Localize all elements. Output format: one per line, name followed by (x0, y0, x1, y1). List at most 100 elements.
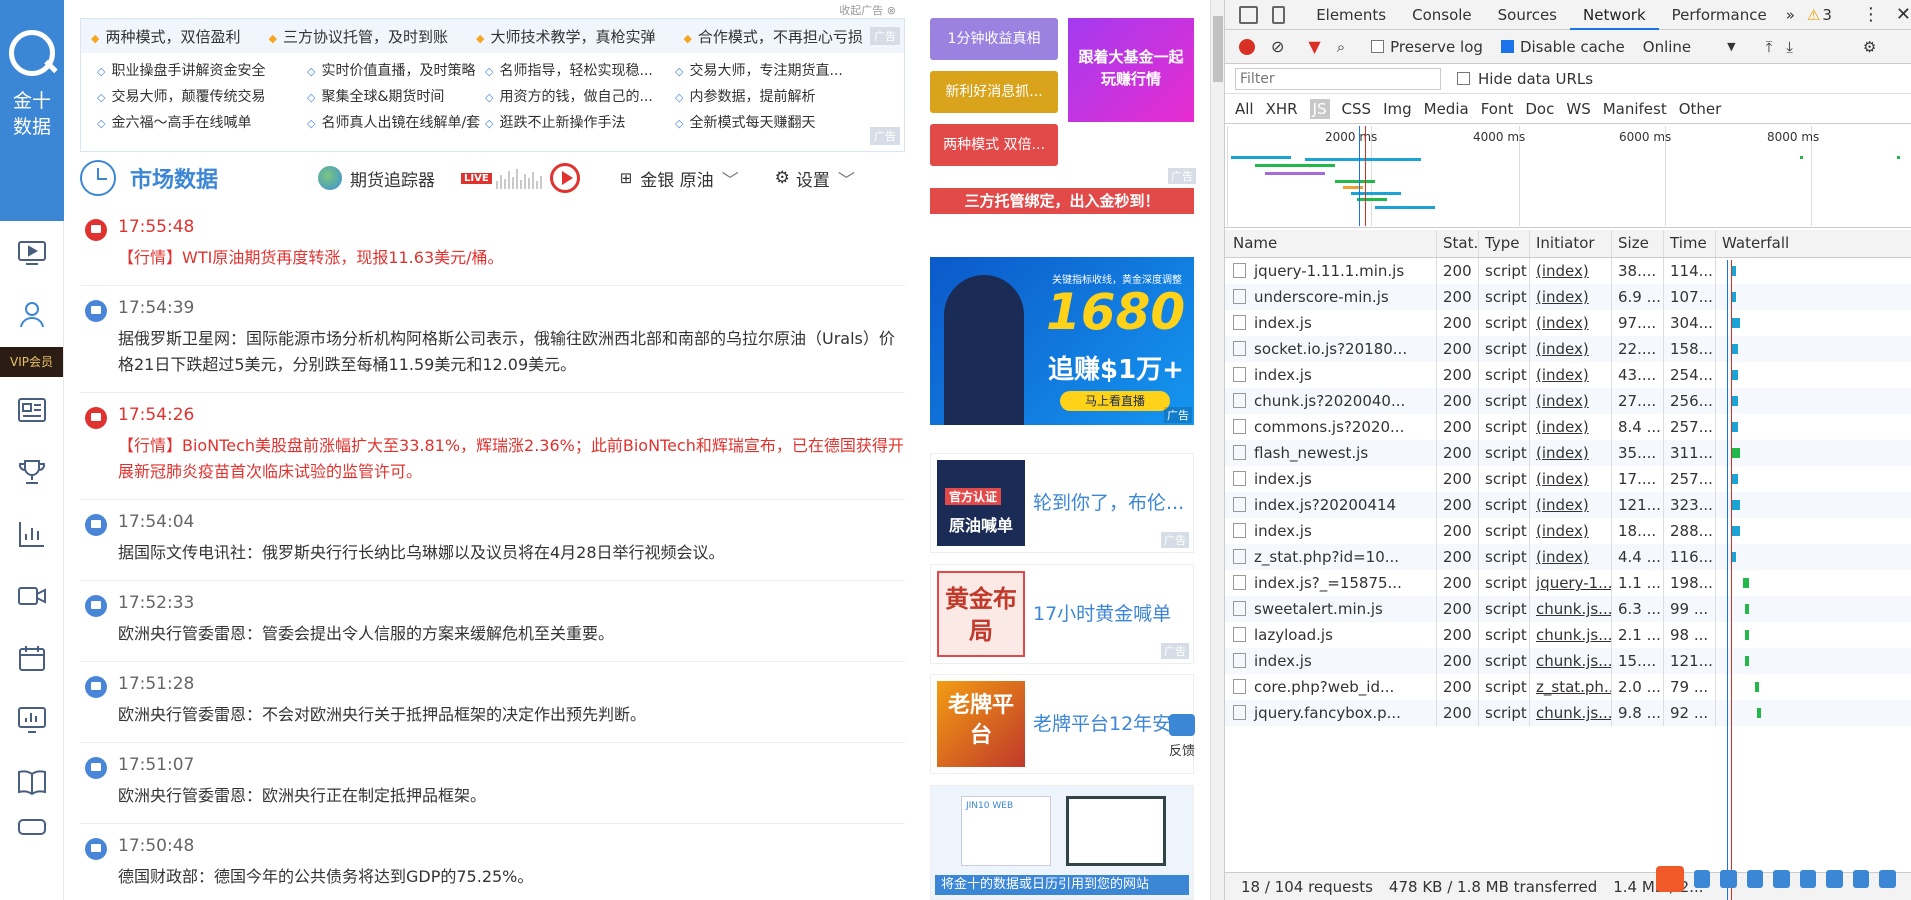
menu-kebab-icon[interactable]: ⋮ (1862, 4, 1880, 25)
table-row[interactable]: z_stat.php?id=10... 200 script (index) 4.4 .… (1225, 544, 1911, 570)
sidebar-item-vr[interactable] (0, 813, 63, 841)
column-header-size[interactable]: Size (1612, 230, 1664, 257)
table-row[interactable]: flash_newest.js 200 script (index) 35.... 311… (1225, 440, 1911, 466)
hide-data-urls-checkbox[interactable] (1457, 72, 1470, 85)
column-header-time[interactable]: Time (1664, 230, 1716, 257)
request-initiator[interactable]: (index) (1530, 336, 1612, 362)
sidebar-item-chart[interactable] (0, 503, 63, 565)
feedback-button[interactable]: 反馈 (1158, 714, 1206, 759)
tab-performance[interactable]: Performance (1659, 0, 1780, 30)
ad-card[interactable]: 老牌平台 老牌平台12年安 (930, 674, 1194, 774)
ime-user-icon[interactable] (1826, 870, 1843, 888)
ad-button[interactable]: 新利好消息抓... (930, 71, 1058, 113)
settings-dropdown[interactable]: ⚙ 设置 ﹀ (775, 166, 855, 191)
sidebar-item-camera[interactable] (0, 565, 63, 627)
ime-emoji-icon[interactable] (1746, 870, 1764, 888)
type-media[interactable]: Media (1424, 100, 1469, 118)
request-initiator[interactable]: jquery-1.... (1530, 570, 1612, 596)
ad-link[interactable]: 逛跌不止新操作手法 (485, 112, 675, 132)
news-item[interactable]: 17:51:28 欧洲央行管委雷恩：不会对欧洲央行关于抵押品框架的决定作出预先判断… (80, 662, 905, 743)
ad-headline-item[interactable]: 两种模式，双倍盈利 (91, 26, 240, 47)
sidebar-item-calendar[interactable] (0, 627, 63, 689)
request-initiator[interactable]: (index) (1530, 310, 1612, 336)
table-row[interactable]: index.js 200 script (index) 18.... 288... (1225, 518, 1911, 544)
type-doc[interactable]: Doc (1525, 100, 1554, 118)
gear-icon[interactable]: ⚙ (1863, 38, 1876, 56)
request-initiator[interactable]: (index) (1530, 388, 1612, 414)
request-initiator[interactable]: (index) (1530, 362, 1612, 388)
ime-chinese-icon[interactable] (1693, 870, 1711, 888)
record-icon[interactable] (1239, 38, 1255, 55)
disable-cache-checkbox[interactable] (1500, 40, 1514, 53)
table-row[interactable]: jquery.fancybox.p... 200 script chunk.js...… (1225, 700, 1911, 726)
request-initiator[interactable]: (index) (1530, 258, 1612, 284)
column-header-status[interactable]: Stat... (1437, 230, 1479, 257)
type-font[interactable]: Font (1481, 100, 1514, 118)
news-item[interactable]: 17:51:07 欧洲央行管委雷恩：欧洲央行正在制定抵押品框架。 (80, 743, 905, 824)
table-row[interactable]: socket.io.js?20180... 200 script (index) 22.… (1225, 336, 1911, 362)
sidebar-item-user[interactable] (0, 283, 63, 345)
vip-member-banner[interactable]: VIP会员 (0, 347, 63, 377)
clear-icon[interactable]: ⊘ (1271, 37, 1284, 56)
request-initiator[interactable]: z_stat.ph... (1530, 674, 1612, 700)
column-header-waterfall[interactable]: Waterfall (1716, 230, 1911, 257)
device-toggle-icon[interactable] (1271, 5, 1285, 24)
type-css[interactable]: CSS (1342, 100, 1372, 118)
live-radio-button[interactable]: LIVE (461, 163, 580, 193)
type-img[interactable]: Img (1383, 100, 1412, 118)
type-ws[interactable]: WS (1566, 100, 1590, 118)
ad-link[interactable]: 交易大师，颠覆传统交易 (97, 86, 307, 106)
page-scrollbar[interactable] (1210, 0, 1224, 900)
table-row[interactable]: index.js?_=15875... 200 script jquery-1....… (1225, 570, 1911, 596)
jin10-logo[interactable]: 金十 数据 (0, 0, 64, 221)
table-row[interactable]: index.js 200 script (index) 43.... 254... (1225, 362, 1911, 388)
ad-link[interactable]: 用资方的钱，做自己的... (485, 86, 675, 106)
throttle-select[interactable]: Online (1643, 38, 1691, 56)
category-filter-dropdown[interactable]: ⊞ 金银 原油 ﹀ (620, 166, 739, 191)
news-item[interactable]: 17:52:33 欧洲央行管委雷恩：管委会提出令人信服的方案来缓解危机至关重要。 (80, 581, 905, 662)
table-row[interactable]: underscore-min.js 200 script (index) 6.9 ...… (1225, 284, 1911, 310)
column-header-initiator[interactable]: Initiator (1530, 230, 1612, 257)
news-item[interactable]: 17:54:39 据俄罗斯卫星网：国际能源市场分析机构阿格斯公司表示，俄输往欧洲西… (80, 286, 905, 393)
export-icon[interactable]: ⤓ (1786, 38, 1793, 56)
ad-banner-live[interactable]: 关键指标收线，黄金深度调整 1680 追赚$1万+ 马上看直播 广告 (930, 257, 1194, 425)
ad-banner-fund[interactable]: 跟着大基金一起玩赚行情 (1068, 18, 1194, 122)
ad-link[interactable]: 名师真人出镜在线解单/套 (307, 112, 485, 132)
tab-sources[interactable]: Sources (1485, 0, 1570, 30)
preserve-log-checkbox[interactable] (1371, 40, 1385, 53)
news-item[interactable]: 17:54:26 【行情】BioNTech美股盘前涨幅扩大至33.81%，辉瑞涨2… (80, 393, 905, 500)
more-tabs-button[interactable]: » (1780, 0, 1801, 30)
request-initiator[interactable]: chunk.js.... (1530, 700, 1612, 726)
news-item[interactable]: 17:50:48 德国财政部：德国今年的公共债务将达到GDP的75.25%。 (80, 824, 905, 900)
futures-tracker-link[interactable]: 期货追踪器 (318, 166, 435, 191)
ad-link[interactable]: 职业操盘手讲解资金安全 (97, 60, 307, 80)
network-overview[interactable]: 2000 ms 4000 ms 6000 ms 8000 ms (1225, 124, 1911, 228)
column-header-type[interactable]: Type (1479, 230, 1530, 257)
filter-funnel-icon[interactable]: ▼ (1308, 37, 1320, 56)
ad-strip[interactable]: 三方托管绑定，出入金秒到！ (930, 188, 1194, 214)
ad-button[interactable]: 1分钟收益真相 (930, 18, 1058, 60)
table-row[interactable]: core.php?web_id... 200 script z_stat.ph... 2… (1225, 674, 1911, 700)
filter-input[interactable]: Filter (1235, 67, 1441, 90)
tab-network[interactable]: Network (1570, 0, 1659, 30)
sidebar-item-video[interactable] (0, 221, 63, 283)
ad-button[interactable]: 两种模式 双倍... (930, 124, 1058, 166)
type-all[interactable]: All (1235, 100, 1254, 118)
ad-headline-item[interactable]: 大师技术教学，真枪实弹 (476, 26, 655, 47)
ad-headline-item[interactable]: 三方协议托管，及时到账 (268, 26, 448, 47)
request-initiator[interactable]: chunk.js.... (1530, 596, 1612, 622)
table-row[interactable]: commons.js?2020... 200 script (index) 8.4 ..… (1225, 414, 1911, 440)
tab-elements[interactable]: Elements (1303, 0, 1399, 30)
ad-link[interactable]: 名师指导，轻松实现稳... (485, 60, 675, 80)
table-row[interactable]: jquery-1.11.1.min.js 200 script (index) 38..… (1225, 258, 1911, 284)
type-other[interactable]: Other (1679, 100, 1722, 118)
request-initiator[interactable]: chunk.js.... (1530, 622, 1612, 648)
ad-headline-item[interactable]: 合作模式，不再担心亏损 (683, 26, 863, 47)
ime-keyboard-icon[interactable] (1799, 870, 1817, 888)
sidebar-item-monitor[interactable] (0, 689, 63, 751)
sidebar-item-book[interactable] (0, 751, 63, 813)
type-js[interactable]: JS (1309, 98, 1330, 119)
warning-icon[interactable]: ⚠ (1807, 6, 1820, 24)
request-initiator[interactable]: (index) (1530, 466, 1612, 492)
request-initiator[interactable]: (index) (1530, 440, 1612, 466)
